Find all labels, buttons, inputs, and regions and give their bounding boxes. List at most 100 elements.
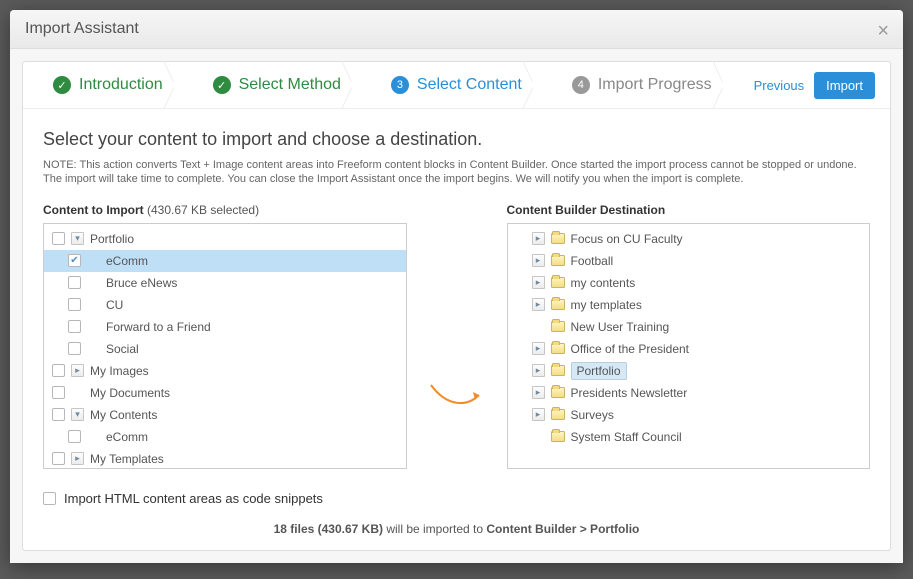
modal-title: Import Assistant xyxy=(25,20,139,37)
checkbox[interactable] xyxy=(68,298,81,311)
import-html-option[interactable]: Import HTML content areas as code snippe… xyxy=(43,491,870,506)
check-icon: ✓ xyxy=(53,76,71,94)
checkbox[interactable] xyxy=(52,452,65,465)
expand-icon[interactable]: ▸ xyxy=(532,386,545,399)
checkbox[interactable] xyxy=(52,364,65,377)
tree-item-cu[interactable]: CU xyxy=(44,294,406,316)
import-summary: 18 files (430.67 KB) will be imported to… xyxy=(43,516,870,536)
card: ✓ Introduction ✓ Select Method 3 Select … xyxy=(22,61,891,551)
step-label: Select Method xyxy=(239,76,341,94)
tree-item-label: My Documents xyxy=(90,386,170,400)
dest-item-focus[interactable]: ▸ Focus on CU Faculty xyxy=(508,228,870,250)
columns: Content to Import (430.67 KB selected) ▾… xyxy=(43,203,870,469)
tree-item-my-documents[interactable]: My Documents xyxy=(44,382,406,404)
folder-icon xyxy=(551,233,565,244)
tree-item-ecomm-2[interactable]: eComm xyxy=(44,426,406,448)
checkbox[interactable] xyxy=(68,320,81,333)
tree-item-my-contents[interactable]: ▾ My Contents xyxy=(44,404,406,426)
tree-item-portfolio[interactable]: ▾ Portfolio xyxy=(44,228,406,250)
destination-column: Content Builder Destination ▸ Focus on C… xyxy=(507,203,871,469)
folder-icon xyxy=(551,277,565,288)
dest-item-office[interactable]: ▸ Office of the President xyxy=(508,338,870,360)
folder-icon xyxy=(551,299,565,310)
step-introduction[interactable]: ✓ Introduction xyxy=(23,62,183,108)
step-label: Introduction xyxy=(79,76,163,94)
tree-item-social[interactable]: Social xyxy=(44,338,406,360)
tree-item-my-images[interactable]: ▸ My Images xyxy=(44,360,406,382)
expand-icon[interactable]: ▸ xyxy=(71,452,84,465)
collapse-icon[interactable]: ▾ xyxy=(71,232,84,245)
collapse-icon[interactable]: ▾ xyxy=(71,408,84,421)
tree-item-label: Office of the President xyxy=(571,342,690,356)
expand-icon[interactable]: ▸ xyxy=(532,408,545,421)
dest-item-new-user[interactable]: New User Training xyxy=(508,316,870,338)
destination-tree[interactable]: ▸ Focus on CU Faculty ▸ Football ▸ xyxy=(507,223,871,469)
tree-item-label: Social xyxy=(106,342,139,356)
dest-item-presidents[interactable]: ▸ Presidents Newsletter xyxy=(508,382,870,404)
check-icon: ✓ xyxy=(213,76,231,94)
step-number-icon: 3 xyxy=(391,76,409,94)
checkbox[interactable] xyxy=(68,254,81,267)
dest-item-staff[interactable]: System Staff Council xyxy=(508,426,870,448)
tree-item-label: my templates xyxy=(571,298,642,312)
tree-item-label: Bruce eNews xyxy=(106,276,177,290)
checkbox[interactable] xyxy=(68,342,81,355)
arrow-icon xyxy=(429,381,485,411)
dest-item-portfolio[interactable]: ▸ Portfolio xyxy=(508,360,870,382)
tree-item-label: CU xyxy=(106,298,123,312)
expand-icon[interactable]: ▸ xyxy=(532,276,545,289)
folder-icon xyxy=(551,321,565,332)
arrow-column xyxy=(427,203,487,469)
folder-icon xyxy=(551,255,565,266)
step-select-method[interactable]: ✓ Select Method xyxy=(183,62,361,108)
modal-body: ✓ Introduction ✓ Select Method 3 Select … xyxy=(10,49,903,563)
checkbox[interactable] xyxy=(68,276,81,289)
checkbox[interactable] xyxy=(52,386,65,399)
tree-item-label: My Contents xyxy=(90,408,157,422)
checkbox[interactable] xyxy=(52,408,65,421)
folder-icon xyxy=(551,409,565,420)
expand-icon[interactable]: ▸ xyxy=(532,254,545,267)
tree-item-label: eComm xyxy=(106,430,148,444)
tree-item-bruce[interactable]: Bruce eNews xyxy=(44,272,406,294)
tree-item-label: System Staff Council xyxy=(571,430,682,444)
checkbox[interactable] xyxy=(43,492,56,505)
tree-item-label: Portfolio xyxy=(90,232,134,246)
page-heading: Select your content to import and choose… xyxy=(43,129,870,150)
wizard-steps: ✓ Introduction ✓ Select Method 3 Select … xyxy=(23,62,890,109)
import-button[interactable]: Import xyxy=(814,72,875,99)
expand-icon[interactable]: ▸ xyxy=(532,342,545,355)
tree-item-label: New User Training xyxy=(571,320,670,334)
expand-icon[interactable]: ▸ xyxy=(532,298,545,311)
folder-icon xyxy=(551,343,565,354)
expand-icon[interactable]: ▸ xyxy=(71,364,84,377)
checkbox[interactable] xyxy=(52,232,65,245)
tree-item-my-templates[interactable]: ▸ My Templates xyxy=(44,448,406,469)
dest-item-surveys[interactable]: ▸ Surveys xyxy=(508,404,870,426)
column-label: Content to Import (430.67 KB selected) xyxy=(43,203,407,217)
tree-item-label: My Images xyxy=(90,364,149,378)
close-icon[interactable]: × xyxy=(877,20,889,43)
tree-item-ecomm[interactable]: eComm xyxy=(44,250,406,272)
checkbox[interactable] xyxy=(68,430,81,443)
modal-header: Import Assistant × xyxy=(10,10,903,49)
tree-item-forward[interactable]: Forward to a Friend xyxy=(44,316,406,338)
expand-icon[interactable]: ▸ xyxy=(532,232,545,245)
folder-icon xyxy=(551,365,565,376)
import-assistant-modal: Import Assistant × ✓ Introduction ✓ Sele… xyxy=(10,10,903,563)
step-import-progress: 4 Import Progress xyxy=(542,62,732,108)
step-select-content[interactable]: 3 Select Content xyxy=(361,62,542,108)
step-number-icon: 4 xyxy=(572,76,590,94)
tree-item-label: Focus on CU Faculty xyxy=(571,232,683,246)
column-label: Content Builder Destination xyxy=(507,203,871,217)
tree-item-label: Portfolio xyxy=(571,362,627,380)
dest-item-my-contents[interactable]: ▸ my contents xyxy=(508,272,870,294)
previous-button[interactable]: Previous xyxy=(754,78,805,93)
dest-item-my-templates[interactable]: ▸ my templates xyxy=(508,294,870,316)
tree-item-label: Football xyxy=(571,254,614,268)
source-tree[interactable]: ▾ Portfolio eComm Bruce xyxy=(43,223,407,469)
expand-icon[interactable]: ▸ xyxy=(532,364,545,377)
step-label: Import Progress xyxy=(598,76,712,94)
step-label: Select Content xyxy=(417,76,522,94)
dest-item-football[interactable]: ▸ Football xyxy=(508,250,870,272)
